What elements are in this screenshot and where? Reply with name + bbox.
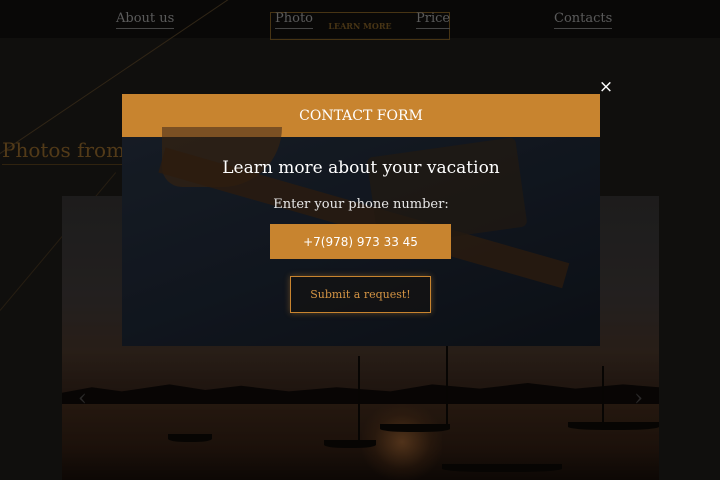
close-icon[interactable]: ×	[598, 77, 614, 97]
contact-form-modal: CONTACT FORM Learn more about your vacat…	[122, 94, 600, 346]
submit-request-button[interactable]: Submit a request!	[290, 276, 431, 313]
phone-field-label: Enter your phone number:	[273, 197, 449, 212]
modal-title: Learn more about your vacation	[222, 158, 500, 178]
phone-input[interactable]	[270, 224, 451, 259]
